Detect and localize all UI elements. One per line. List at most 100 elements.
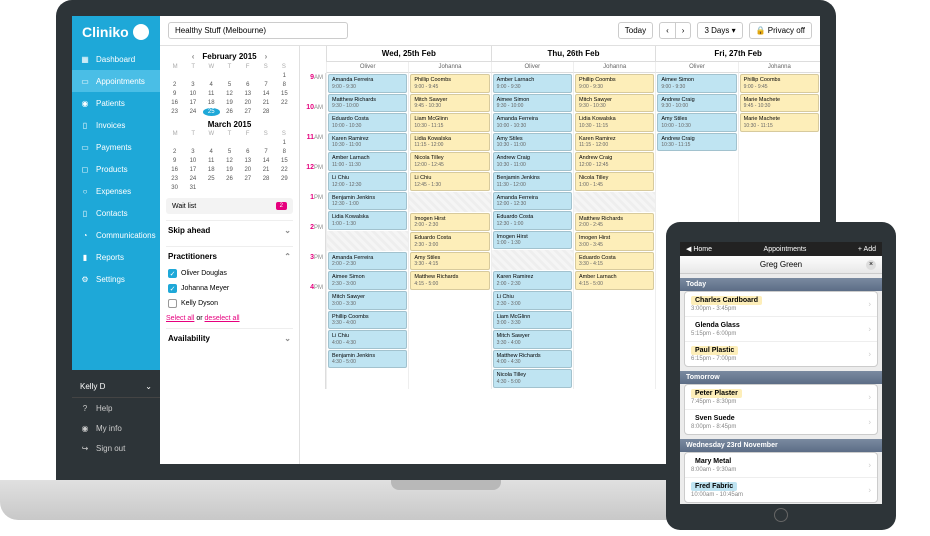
location-select[interactable]: Healthy Stuff (Melbourne) (168, 22, 348, 39)
appointment[interactable]: Aimee Simon2:30 - 3:00 (328, 271, 407, 290)
appointment[interactable]: Marie Machete9:45 - 10:30 (740, 94, 819, 113)
next-button[interactable]: › (676, 22, 692, 39)
appointment[interactable]: Matthew Richards9:30 - 10:00 (328, 94, 407, 113)
tablet-appointment-row[interactable]: Sven Suede8:00pm - 8:45pm› (685, 410, 877, 434)
appointment[interactable]: Eduardo Costa10:00 - 10:30 (328, 113, 407, 132)
appointment[interactable]: Imogen Hirst2:00 - 2:30 (410, 213, 489, 232)
appointment[interactable]: Aimee Simon9:00 - 9:30 (657, 74, 736, 93)
tablet-appointment-row[interactable]: Mary Metal8:00am - 9:30am› (685, 453, 877, 478)
appointment[interactable]: Phillip Coombs3:30 - 4:00 (328, 311, 407, 330)
appointment[interactable]: Andrew Craig9:30 - 10:00 (657, 94, 736, 113)
appointment[interactable]: Amber Larnach9:00 - 9:30 (493, 74, 572, 93)
prev-month-button[interactable]: ‹ (188, 52, 199, 61)
appointment[interactable]: Benjamin Jenkins11:30 - 12:00 (493, 172, 572, 191)
checkbox[interactable]: ✓ (168, 284, 177, 293)
appointment[interactable]: Lidia Kowalska11:15 - 12:00 (410, 133, 489, 152)
footer-sign-out[interactable]: ↪Sign out (72, 438, 160, 458)
appointment[interactable]: Li Chiu12:45 - 1:30 (410, 172, 489, 191)
mini-calendar-1[interactable]: 1234567891011121314151617181920212223242… (166, 72, 293, 116)
mini-calendar-2[interactable]: 1234567891011121314151617181920212223242… (166, 139, 293, 192)
nav-expenses[interactable]: ○Expenses (72, 180, 160, 202)
practitioners-toggle[interactable]: Practitioners⌃ (166, 246, 293, 266)
appointment[interactable]: Lidia Kowalska10:30 - 11:15 (575, 113, 654, 132)
appointment[interactable]: Liam McGlinn3:00 - 3:30 (493, 311, 572, 330)
appointment[interactable]: Imogen Hirst1:00 - 1:30 (493, 231, 572, 250)
skip-ahead-toggle[interactable]: Skip ahead⌄ (166, 220, 293, 240)
availability-toggle[interactable]: Availability⌄ (166, 328, 293, 348)
appointment[interactable]: Nicola Tilley12:00 - 12:45 (410, 152, 489, 171)
appointment[interactable]: Mitch Sawyer3:30 - 4:00 (493, 330, 572, 349)
appointment[interactable]: Nicola Tilley1:00 - 1:45 (575, 172, 654, 191)
appointment[interactable]: Amanda Ferreira10:00 - 10:30 (493, 113, 572, 132)
privacy-toggle[interactable]: 🔒 Privacy off (749, 22, 812, 39)
appointment[interactable]: Phillip Coombs9:00 - 9:30 (575, 74, 654, 93)
appointment[interactable]: Phillip Coombs9:00 - 9:45 (740, 74, 819, 93)
appointment[interactable]: Amber Larnach11:00 - 11:30 (328, 152, 407, 171)
next-month-button[interactable]: › (261, 52, 272, 61)
appointment[interactable]: Eduardo Costa3:30 - 4:15 (575, 252, 654, 271)
calendar-column[interactable]: Amanda Ferreira9:00 - 9:30Matthew Richar… (326, 73, 408, 389)
appointment[interactable]: Li Chiu12:00 - 12:30 (328, 172, 407, 191)
appointment[interactable]: Phillip Coombs9:00 - 9:45 (410, 74, 489, 93)
appointment[interactable]: Li Chiu2:30 - 3:00 (493, 291, 572, 310)
nav-invoices[interactable]: ▯Invoices (72, 114, 160, 136)
appointment[interactable]: Lidia Kowalska1:00 - 1:30 (328, 211, 407, 230)
appointment[interactable]: Aimee Simon9:30 - 10:00 (493, 94, 572, 113)
practitioner-item[interactable]: ✓Oliver Douglas (166, 266, 293, 281)
checkbox[interactable]: ✓ (168, 269, 177, 278)
appointment[interactable]: Andrew Craig12:00 - 12:45 (575, 152, 654, 171)
appointment[interactable]: Marie Machete10:30 - 11:15 (740, 113, 819, 132)
checkbox[interactable] (168, 299, 177, 308)
waitlist-button[interactable]: Wait list 2 (166, 198, 293, 214)
tablet-appointment-row[interactable]: Charles Cardboard3:00pm - 3:45pm› (685, 292, 877, 317)
brand-logo[interactable]: Cliniko (72, 16, 160, 48)
appointment[interactable]: Karen Ramirez10:30 - 11:00 (328, 133, 407, 152)
nav-reports[interactable]: ▮Reports (72, 246, 160, 268)
appointment[interactable]: Benjamin Jenkins4:30 - 5:00 (328, 350, 407, 369)
appointment[interactable]: Matthew Richards4:15 - 5:00 (410, 271, 489, 290)
appointment[interactable]: Karen Ramirez11:15 - 12:00 (575, 133, 654, 152)
appointment[interactable]: Matthew Richards4:00 - 4:30 (493, 350, 572, 369)
nav-contacts[interactable]: ▯Contacts (72, 202, 160, 224)
tablet-appointment-row[interactable]: Paul Plastic6:15pm - 7:00pm› (685, 342, 877, 366)
appointment[interactable]: Li Chiu4:00 - 4:30 (328, 330, 407, 349)
practitioner-item[interactable]: Kelly Dyson (166, 296, 293, 311)
appointment[interactable]: Benjamin Jenkins12:30 - 1:00 (328, 192, 407, 211)
calendar-column[interactable]: Amber Larnach9:00 - 9:30Aimee Simon9:30 … (491, 73, 573, 389)
appointment[interactable]: Amy Stiles10:30 - 11:00 (493, 133, 572, 152)
footer-help[interactable]: ?Help (72, 398, 160, 418)
appointment[interactable]: Mitch Sawyer9:45 - 10:30 (410, 94, 489, 113)
appointment[interactable]: Amy Stiles10:00 - 10:30 (657, 113, 736, 132)
close-icon[interactable]: × (866, 260, 876, 270)
appointment[interactable]: Eduardo Costa2:30 - 3:00 (410, 232, 489, 251)
appointment[interactable]: Andrew Craig10:30 - 11:00 (493, 152, 572, 171)
nav-patients[interactable]: ◉Patients (72, 92, 160, 114)
appointment[interactable]: Matthew Richards2:00 - 2:45 (575, 213, 654, 232)
footer-my-info[interactable]: ◉My info (72, 418, 160, 438)
nav-communications[interactable]: ◔Communications (72, 224, 160, 246)
appointment[interactable]: Amanda Ferreira9:00 - 9:30 (328, 74, 407, 93)
appointment[interactable]: Mitch Sawyer3:00 - 3:30 (328, 291, 407, 310)
range-select[interactable]: 3 Days ▾ (697, 22, 742, 39)
prev-button[interactable]: ‹ (659, 22, 676, 39)
appointment[interactable]: Nicola Tilley4:30 - 5:00 (493, 369, 572, 388)
appointment[interactable]: Amanda Ferreira12:00 - 12:30 (493, 192, 572, 211)
calendar-column[interactable]: Phillip Coombs9:00 - 9:30Mitch Sawyer9:3… (573, 73, 655, 389)
appointment[interactable]: Imogen Hirst3:00 - 3:45 (575, 232, 654, 251)
appointment[interactable]: Liam McGlinn10:30 - 11:15 (410, 113, 489, 132)
today-button[interactable]: Today (618, 22, 653, 39)
practitioner-item[interactable]: ✓Johanna Meyer (166, 281, 293, 296)
select-all-link[interactable]: Select all (166, 315, 194, 322)
deselect-all-link[interactable]: deselect all (205, 315, 240, 322)
appointment[interactable]: Amber Larnach4:15 - 5:00 (575, 271, 654, 290)
nav-products[interactable]: ◻Products (72, 158, 160, 180)
appointment[interactable]: Eduardo Costa12:30 - 1:00 (493, 211, 572, 230)
tablet-appointment-row[interactable]: Peter Plaster7:45pm - 8:30pm› (685, 385, 877, 410)
tablet-appointment-row[interactable]: Glenda Glass5:15pm - 6:00pm› (685, 317, 877, 342)
add-button[interactable]: + Add (858, 246, 876, 253)
appointment[interactable]: Amy Stiles3:30 - 4:15 (410, 252, 489, 271)
home-button[interactable]: ◀ Home (686, 245, 712, 253)
nav-appointments[interactable]: ▭Appointments (72, 70, 160, 92)
calendar-column[interactable]: Phillip Coombs9:00 - 9:45Mitch Sawyer9:4… (408, 73, 490, 389)
nav-payments[interactable]: ▭Payments (72, 136, 160, 158)
